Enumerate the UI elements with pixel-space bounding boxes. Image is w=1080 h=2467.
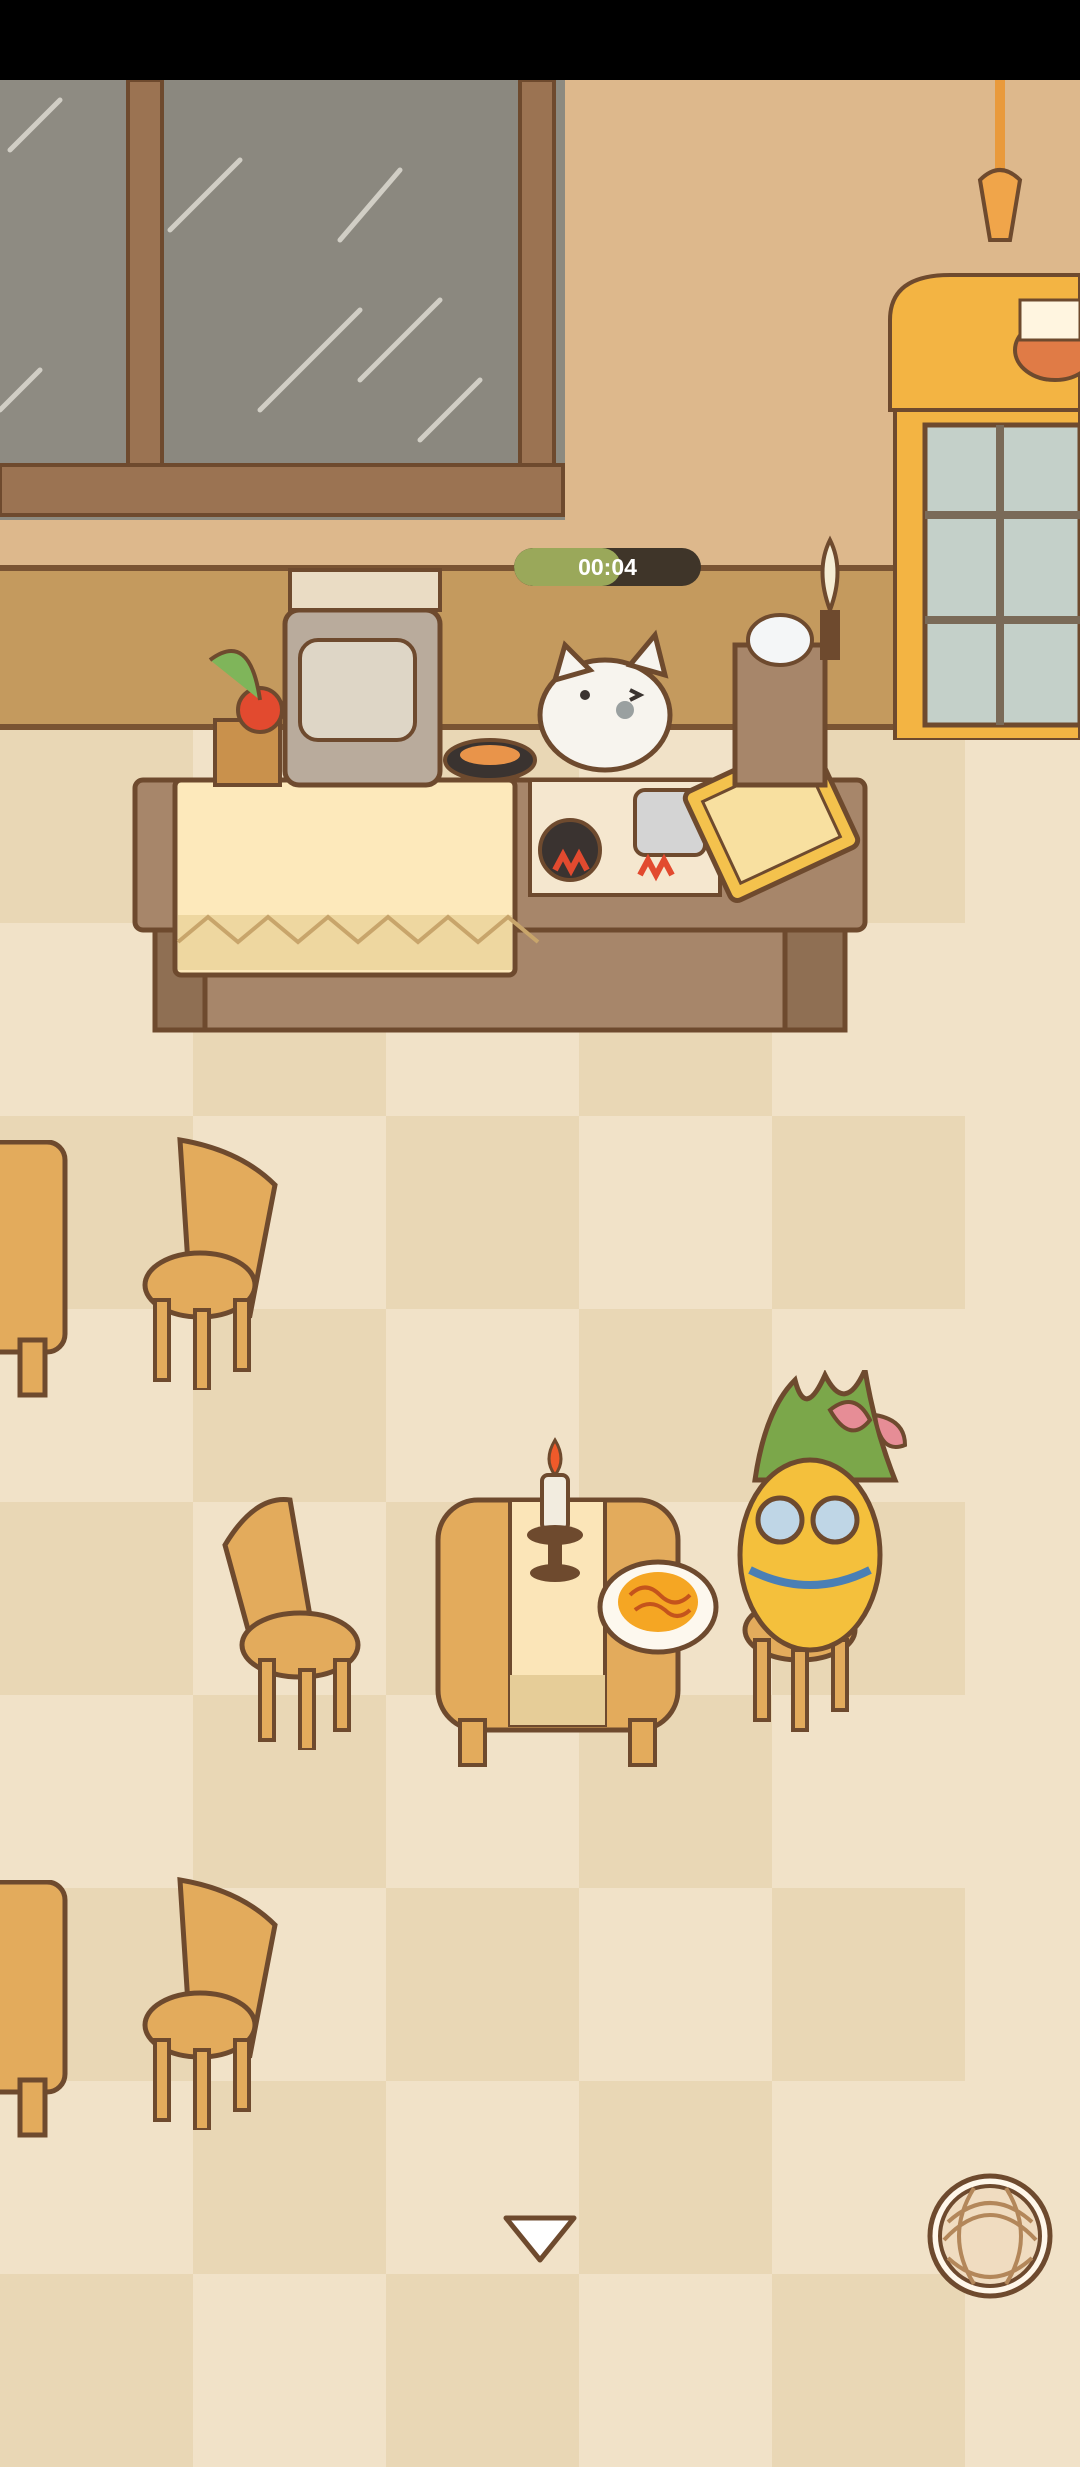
kitchen-counter <box>132 535 868 1033</box>
triangle-down-icon <box>503 2215 577 2263</box>
scroll-down-button[interactable] <box>500 2210 580 2270</box>
table-left-upper[interactable] <box>0 1140 70 1400</box>
pasta-plate-icon <box>597 1559 719 1655</box>
teapot-icon <box>746 613 814 667</box>
yarn-ball-icon <box>927 2173 1053 2299</box>
glasses-icon <box>755 1495 805 1545</box>
dining-table[interactable] <box>430 1430 730 1770</box>
chair-lower[interactable] <box>140 1875 285 2130</box>
chair-upper[interactable] <box>140 1135 285 1390</box>
pineapple-customer[interactable] <box>735 1370 925 1760</box>
rainy-window <box>0 80 565 520</box>
cooking-timer: 00:04 <box>514 548 701 586</box>
table-left-lower[interactable] <box>0 1880 70 2140</box>
status-bar <box>0 0 1080 80</box>
display-cabinet <box>888 80 1080 740</box>
yarn-ball-button[interactable] <box>924 2170 1056 2302</box>
timer-text: 00:04 <box>578 554 637 580</box>
chair-middle[interactable] <box>220 1495 365 1750</box>
oil-lamp-icon <box>820 535 840 616</box>
cat-chef-icon <box>537 629 673 773</box>
